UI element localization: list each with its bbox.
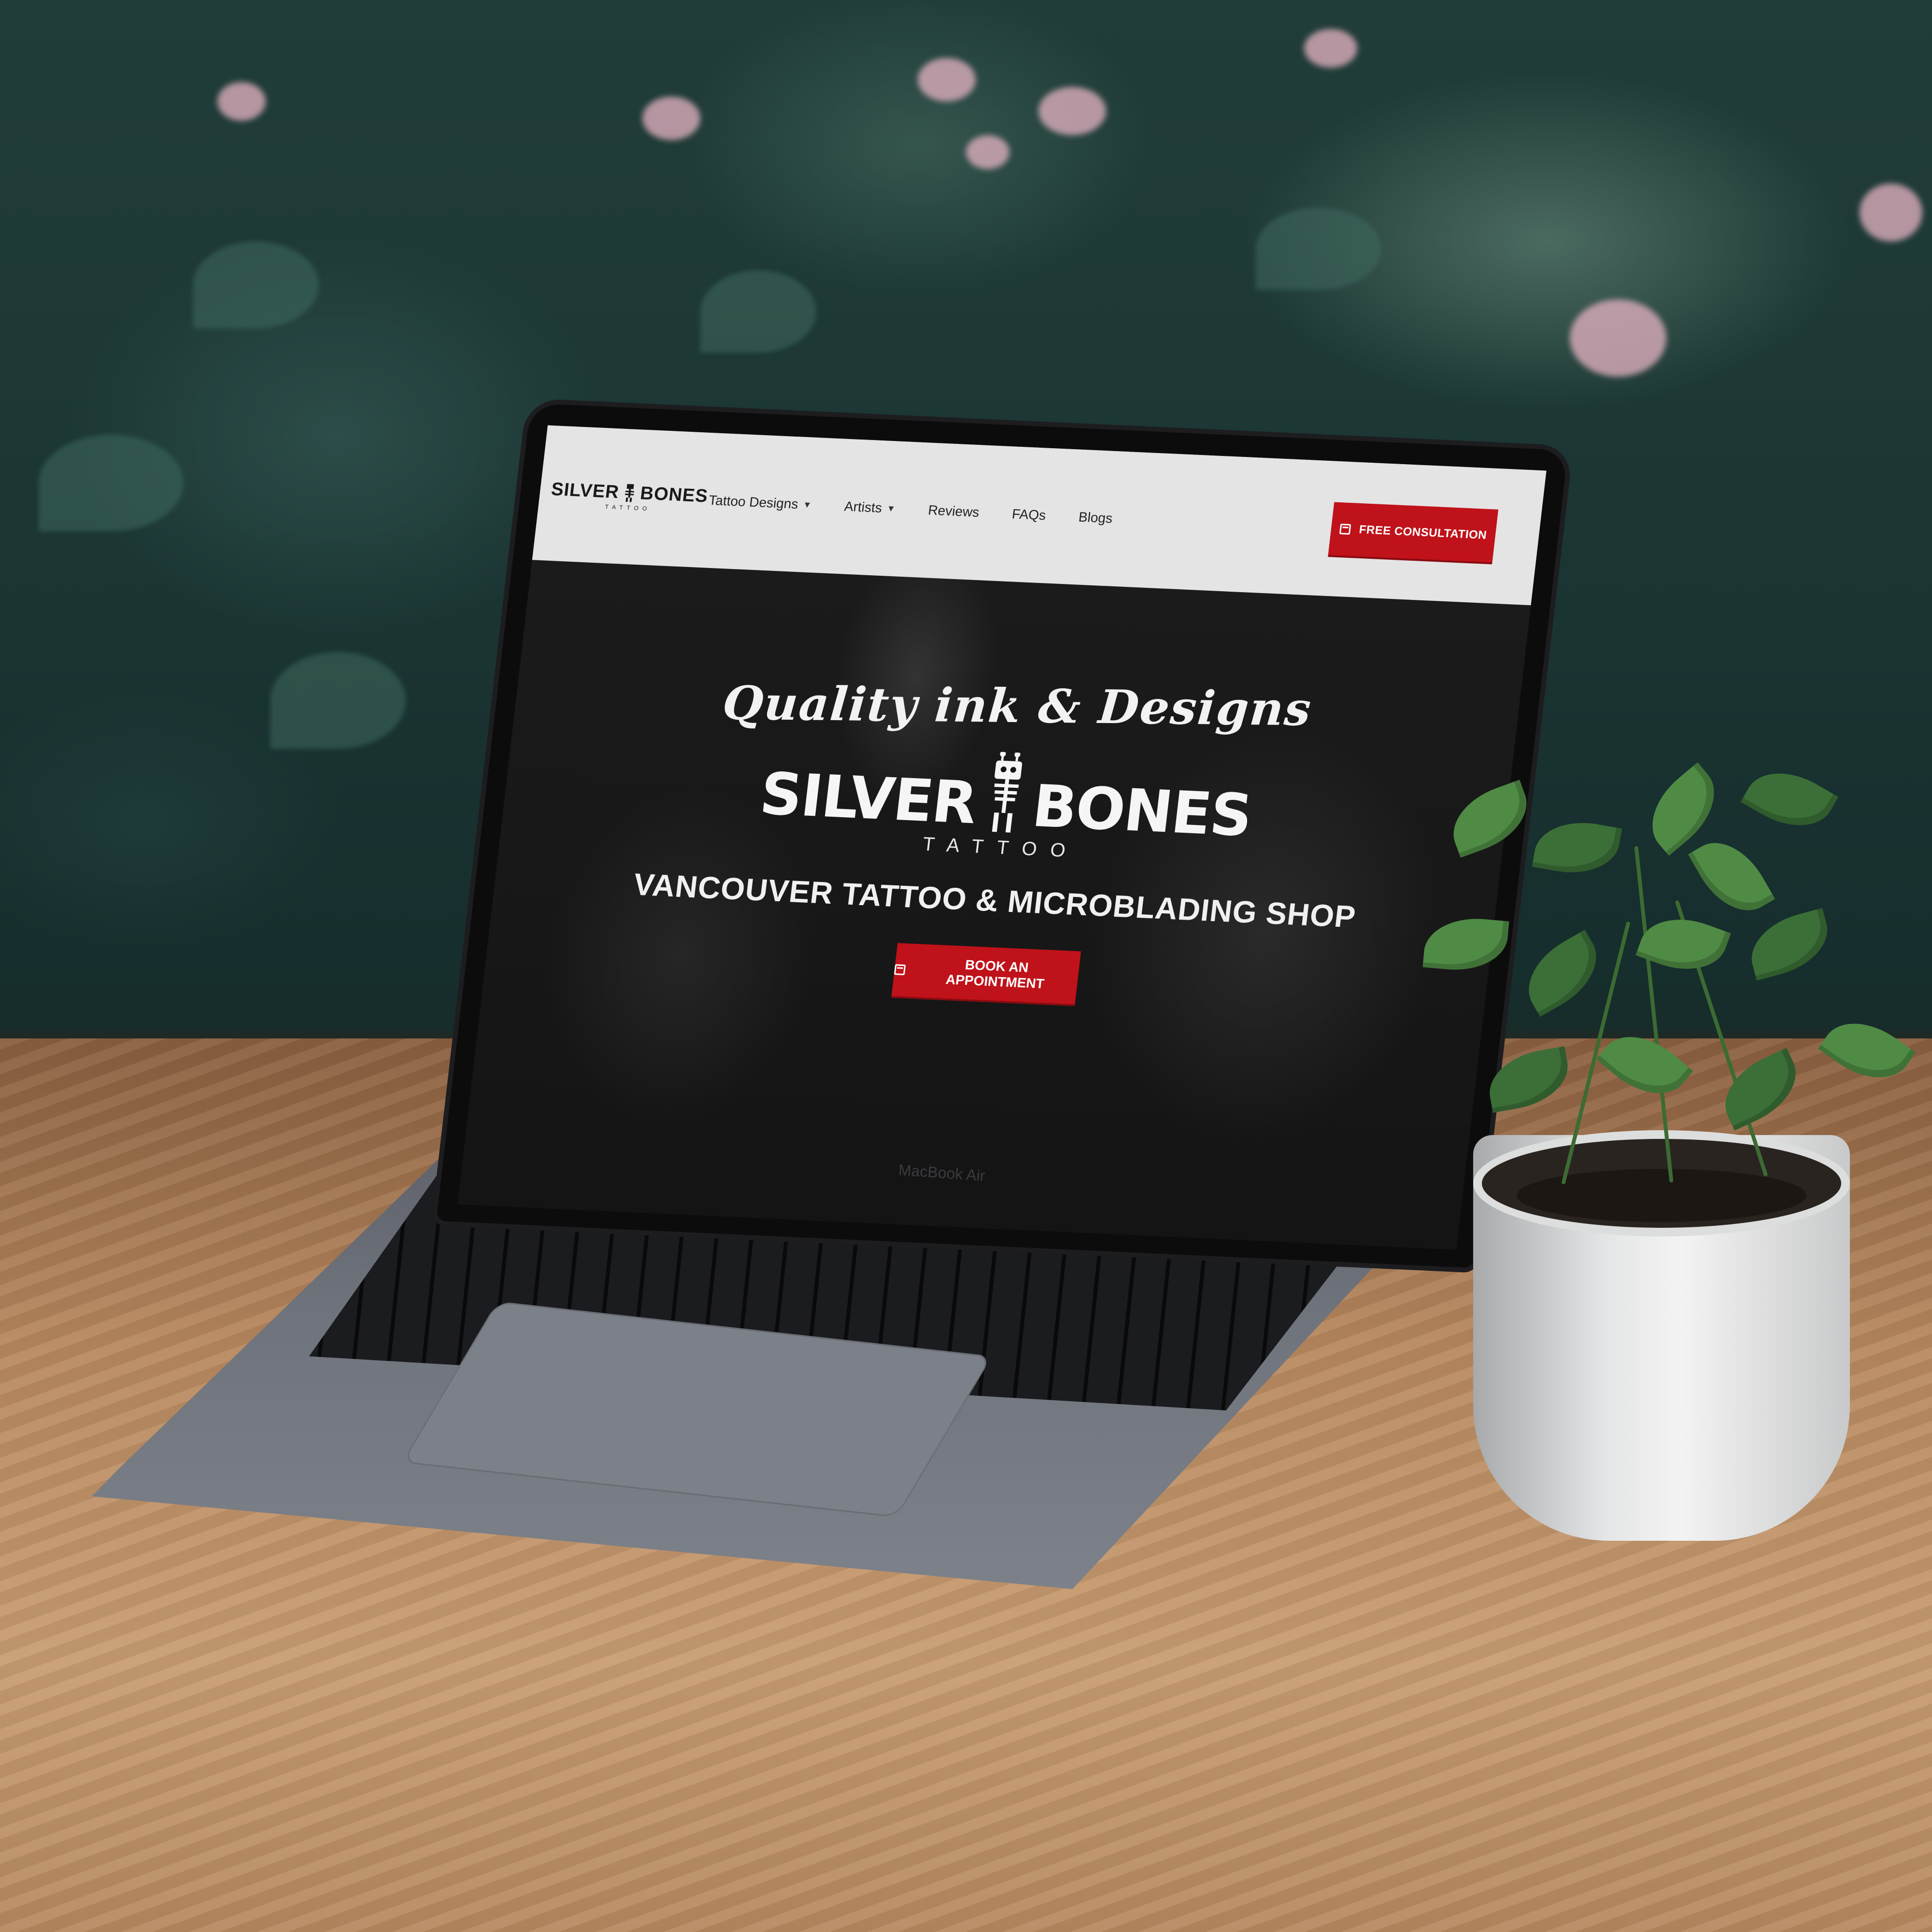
menu-item-label: Artists: [843, 498, 883, 515]
book-appointment-label: BOOK AN APPOINTMENT: [945, 957, 1045, 992]
hero-section: Quality ink & Designs SILVER BONES TATTO…: [484, 656, 1520, 1023]
leaf: [270, 652, 406, 749]
blossom: [1304, 29, 1357, 68]
menu-item-label: Blogs: [1078, 509, 1113, 526]
menu-item-faqs[interactable]: FAQs: [1011, 506, 1047, 523]
free-consultation-label: FREE CONSULTATION: [1358, 523, 1488, 542]
menu-item-tattoo-designs[interactable]: Tattoo Designs ▼: [708, 493, 813, 513]
hero-tagline: Quality ink & Designs: [720, 675, 1314, 737]
leaf: [700, 270, 816, 353]
menu-item-label: FAQs: [1011, 506, 1047, 523]
hero-logo-left: SILVER: [756, 760, 980, 838]
blossom: [217, 82, 266, 121]
menu-item-blogs[interactable]: Blogs: [1078, 510, 1113, 526]
robot-skeleton-icon: [625, 484, 635, 502]
blossom: [642, 97, 700, 140]
hero-logo-right: BONES: [1029, 773, 1255, 850]
calendar-icon: [894, 964, 906, 976]
blossom: [918, 58, 976, 101]
site-logo-sub: TATTOO: [604, 503, 652, 512]
calendar-icon: [1339, 524, 1351, 535]
laptop-screen: SILVER BONES TATTOO Tattoo Designs ▼ Art…: [457, 425, 1547, 1250]
hero-logo-row: SILVER BONES: [756, 741, 1257, 850]
robot-skeleton-icon: [992, 751, 1023, 833]
main-menu: Tattoo Designs ▼ Artists ▼ Reviews FAQs …: [708, 493, 1113, 526]
caret-down-icon: ▼: [802, 499, 812, 510]
blossom: [1038, 87, 1106, 135]
menu-item-artists[interactable]: Artists ▼: [843, 499, 896, 517]
site-logo-wordmark: SILVER BONES: [550, 479, 709, 507]
hero-logo: SILVER BONES TATTOO: [757, 745, 1255, 866]
blossom: [1570, 299, 1666, 377]
leaf: [193, 242, 319, 328]
site-logo-right: BONES: [639, 483, 710, 507]
menu-item-label: Tattoo Designs: [708, 492, 799, 512]
menu-item-label: Reviews: [927, 502, 980, 520]
blossom: [966, 135, 1009, 169]
leaf: [39, 435, 184, 531]
menu-item-reviews[interactable]: Reviews: [927, 502, 980, 520]
site-logo[interactable]: SILVER BONES TATTOO: [550, 470, 709, 523]
free-consultation-button[interactable]: FREE CONSULTATION: [1328, 502, 1499, 563]
caret-down-icon: ▼: [886, 503, 896, 513]
hero-subtitle: VANCOUVER TATTOO & MICROBLADING SHOP: [631, 867, 1358, 935]
book-appointment-button[interactable]: BOOK AN APPOINTMENT: [891, 943, 1081, 1005]
blossom: [1860, 184, 1922, 242]
leaf: [1256, 208, 1381, 290]
site-logo-left: SILVER: [550, 479, 621, 502]
plant-soil: [1517, 1169, 1806, 1222]
laptop-lid: SILVER BONES TATTOO Tattoo Designs ▼ Art…: [436, 403, 1568, 1268]
